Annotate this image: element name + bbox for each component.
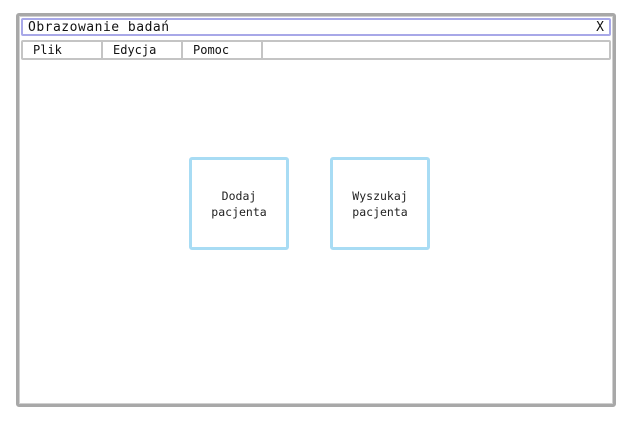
menu-item-plik[interactable]: Plik bbox=[23, 42, 103, 58]
add-patient-label: Dodaj pacjenta bbox=[211, 188, 267, 219]
title-bar: Obrazowanie badań X bbox=[21, 18, 611, 36]
window-title: Obrazowanie badań bbox=[28, 20, 170, 35]
close-button[interactable]: X bbox=[593, 20, 607, 35]
add-patient-button[interactable]: Dodaj pacjenta bbox=[189, 157, 289, 250]
menu-bar-filler bbox=[263, 42, 609, 58]
menu-item-edycja[interactable]: Edycja bbox=[103, 42, 183, 58]
search-patient-label: Wyszukaj pacjenta bbox=[352, 188, 408, 219]
menu-bar: Plik Edycja Pomoc bbox=[21, 40, 611, 60]
menu-item-pomoc[interactable]: Pomoc bbox=[183, 42, 263, 58]
search-patient-button[interactable]: Wyszukaj pacjenta bbox=[330, 157, 430, 250]
app-window: Obrazowanie badań X Plik Edycja Pomoc Do… bbox=[16, 13, 616, 407]
